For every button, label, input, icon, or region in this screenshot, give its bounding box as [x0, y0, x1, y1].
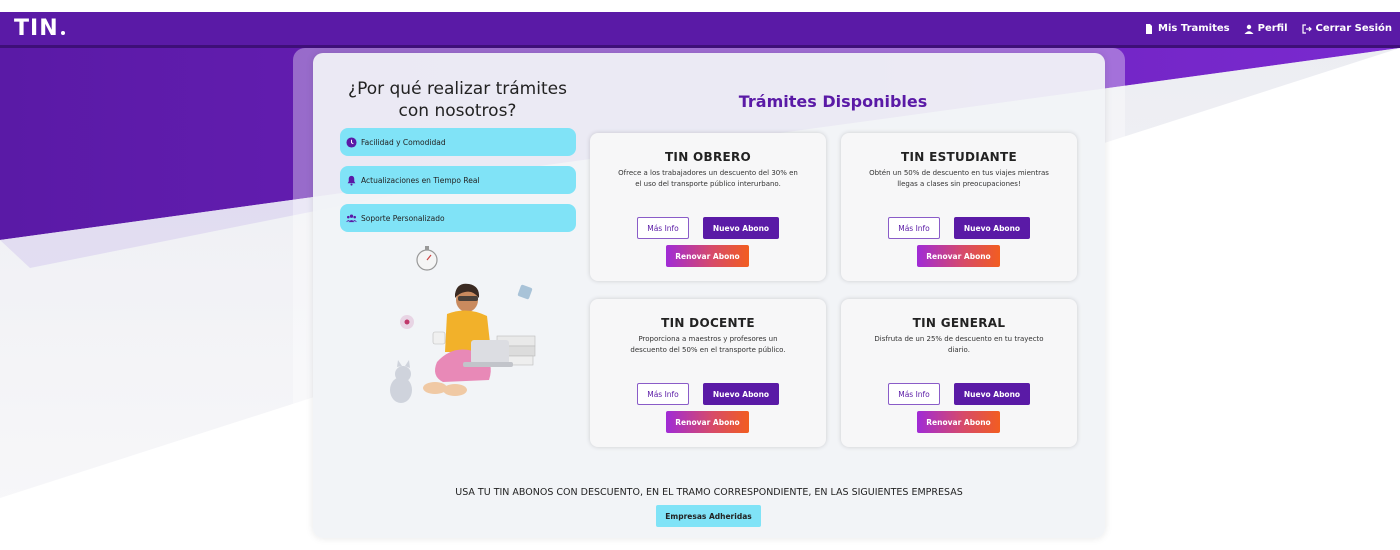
card-tin-estudiante: TIN ESTUDIANTE Obtén un 50% de descuento…	[841, 133, 1077, 281]
nav-cerrar-sesion-label: Cerrar Sesión	[1315, 23, 1393, 34]
card-title: TIN ESTUDIANTE	[901, 150, 1017, 164]
logo-dot	[60, 31, 65, 35]
card-title: TIN OBRERO	[664, 150, 752, 164]
navbar: TIN Mis Tramites Perfil Cerrar Sesión	[0, 12, 1400, 48]
card-desc-line2: el uso del transporte público interurban…	[635, 180, 781, 188]
card-description: Proporciona a maestros y profesores un d…	[598, 334, 818, 356]
nav-mis-tramites[interactable]: Mis Tramites	[1144, 23, 1230, 34]
renovar-abono-button[interactable]: Renovar Abono	[917, 245, 1000, 267]
card-desc-line1: Proporciona a maestros y profesores un	[638, 335, 778, 343]
logout-icon	[1301, 23, 1312, 34]
card-desc-line1: Disfruta de un 25% de descuento en tu tr…	[874, 335, 1044, 343]
card-title: TIN GENERAL	[912, 316, 1006, 330]
mas-info-button[interactable]: Más Info	[637, 217, 689, 239]
why-title: ¿Por qué realizar trámites con nosotros?	[340, 78, 575, 122]
card-tin-general: TIN GENERAL Disfruta de un 25% de descue…	[841, 299, 1077, 447]
logo[interactable]: TIN	[14, 16, 65, 41]
feature-actualizaciones-label: Actualizaciones en Tiempo Real	[361, 175, 480, 185]
nav-perfil-label: Perfil	[1257, 23, 1288, 34]
nav-perfil[interactable]: Perfil	[1244, 23, 1288, 34]
nuevo-abono-button[interactable]: Nuevo Abono	[954, 217, 1030, 239]
users-icon	[346, 214, 357, 222]
stopwatch-icon	[416, 246, 438, 271]
card-description: Ofrece a los trabajadores un descuento d…	[598, 168, 818, 190]
nuevo-abono-button[interactable]: Nuevo Abono	[703, 383, 779, 405]
mas-info-button[interactable]: Más Info	[637, 383, 689, 405]
mas-info-button[interactable]: Más Info	[888, 383, 940, 405]
card-tin-docente: TIN DOCENTE Proporciona a maestros y pro…	[590, 299, 826, 447]
card-desc-line2: diario.	[948, 346, 970, 354]
tramites-title: Trámites Disponibles	[738, 92, 928, 111]
nuevo-abono-button[interactable]: Nuevo Abono	[954, 383, 1030, 405]
cube-icon	[517, 284, 533, 300]
why-title-line1: ¿Por qué realizar trámites	[348, 79, 567, 99]
feature-facilidad: Facilidad y Comodidad	[340, 128, 576, 156]
donut-icon	[400, 315, 414, 329]
feature-facilidad-label: Facilidad y Comodidad	[361, 137, 446, 147]
feature-soporte: Soporte Personalizado	[340, 204, 576, 232]
clock-icon	[346, 136, 357, 148]
empresas-footer-text: USA TU TIN ABONOS CON DESCUENTO, EN EL T…	[455, 487, 963, 498]
logo-text: TIN	[14, 16, 59, 41]
card-description: Disfruta de un 25% de descuento en tu tr…	[849, 334, 1069, 356]
why-title-line2: con nosotros?	[398, 101, 517, 121]
card-desc-line2: descuento del 50% en el transporte públi…	[630, 346, 786, 354]
document-icon	[1146, 23, 1153, 34]
nav-mis-tramites-label: Mis Tramites	[1158, 23, 1230, 34]
empresas-adheridas-button[interactable]: Empresas Adheridas	[656, 505, 761, 527]
person-laptop-illustration	[390, 246, 536, 403]
card-desc-line1: Obtén un 50% de descuento en tus viajes …	[869, 169, 1049, 177]
feature-soporte-label: Soporte Personalizado	[361, 213, 445, 223]
nav-cerrar-sesion[interactable]: Cerrar Sesión	[1301, 23, 1393, 34]
card-desc-line2: llegas a clases sin preocupaciones!	[897, 180, 1021, 188]
feature-actualizaciones: Actualizaciones en Tiempo Real	[340, 166, 576, 194]
bell-icon	[347, 175, 356, 186]
renovar-abono-button[interactable]: Renovar Abono	[917, 411, 1000, 433]
card-description: Obtén un 50% de descuento en tus viajes …	[849, 168, 1069, 190]
user-icon	[1244, 24, 1254, 34]
nuevo-abono-button[interactable]: Nuevo Abono	[703, 217, 779, 239]
nav-links: Mis Tramites Perfil Cerrar Sesión	[1144, 23, 1392, 34]
card-tin-obrero: TIN OBRERO Ofrece a los trabajadores un …	[590, 133, 826, 281]
top-strip	[0, 0, 1400, 12]
renovar-abono-button[interactable]: Renovar Abono	[666, 245, 749, 267]
mas-info-button[interactable]: Más Info	[888, 217, 940, 239]
renovar-abono-button[interactable]: Renovar Abono	[666, 411, 749, 433]
card-desc-line1: Ofrece a los trabajadores un descuento d…	[618, 169, 798, 177]
card-title: TIN DOCENTE	[661, 316, 755, 330]
cat-figure	[390, 360, 412, 403]
